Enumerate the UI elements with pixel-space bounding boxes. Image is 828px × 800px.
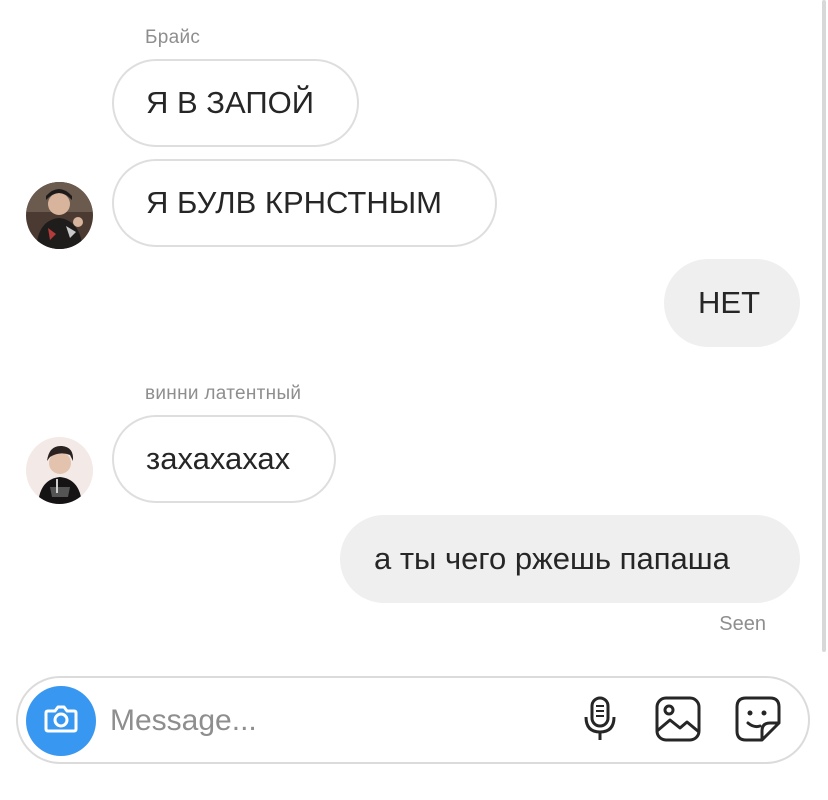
- message-input[interactable]: [110, 692, 550, 750]
- avatar-brice[interactable]: [26, 182, 93, 249]
- gallery-icon: [654, 695, 702, 748]
- sender-name-vinni: винни латентный: [145, 383, 302, 404]
- incoming-message[interactable]: захахахах: [112, 415, 336, 503]
- camera-button[interactable]: [26, 686, 96, 756]
- scrollbar[interactable]: [822, 0, 826, 652]
- outgoing-message[interactable]: НЕТ: [664, 259, 800, 347]
- incoming-message[interactable]: Я В ЗАПОЙ: [112, 59, 359, 147]
- message-composer: [16, 676, 810, 764]
- message-thread: Брайс Я В ЗАПОЙ Я БУЛВ КРНСТНЫМ НЕТ винн…: [0, 0, 828, 665]
- incoming-message[interactable]: Я БУЛВ КРНСТНЫМ: [112, 159, 497, 247]
- seen-status: Seen: [719, 613, 766, 635]
- microphone-icon: [580, 695, 620, 748]
- avatar-vinni[interactable]: [26, 437, 93, 504]
- voice-message-button[interactable]: [574, 695, 626, 747]
- sticker-icon: [734, 695, 782, 748]
- outgoing-message[interactable]: а ты чего ржешь папаша: [340, 515, 800, 603]
- sticker-button[interactable]: [732, 695, 784, 747]
- gallery-button[interactable]: [652, 695, 704, 747]
- camera-icon: [42, 700, 80, 743]
- sender-name-brice: Брайс: [145, 27, 201, 48]
